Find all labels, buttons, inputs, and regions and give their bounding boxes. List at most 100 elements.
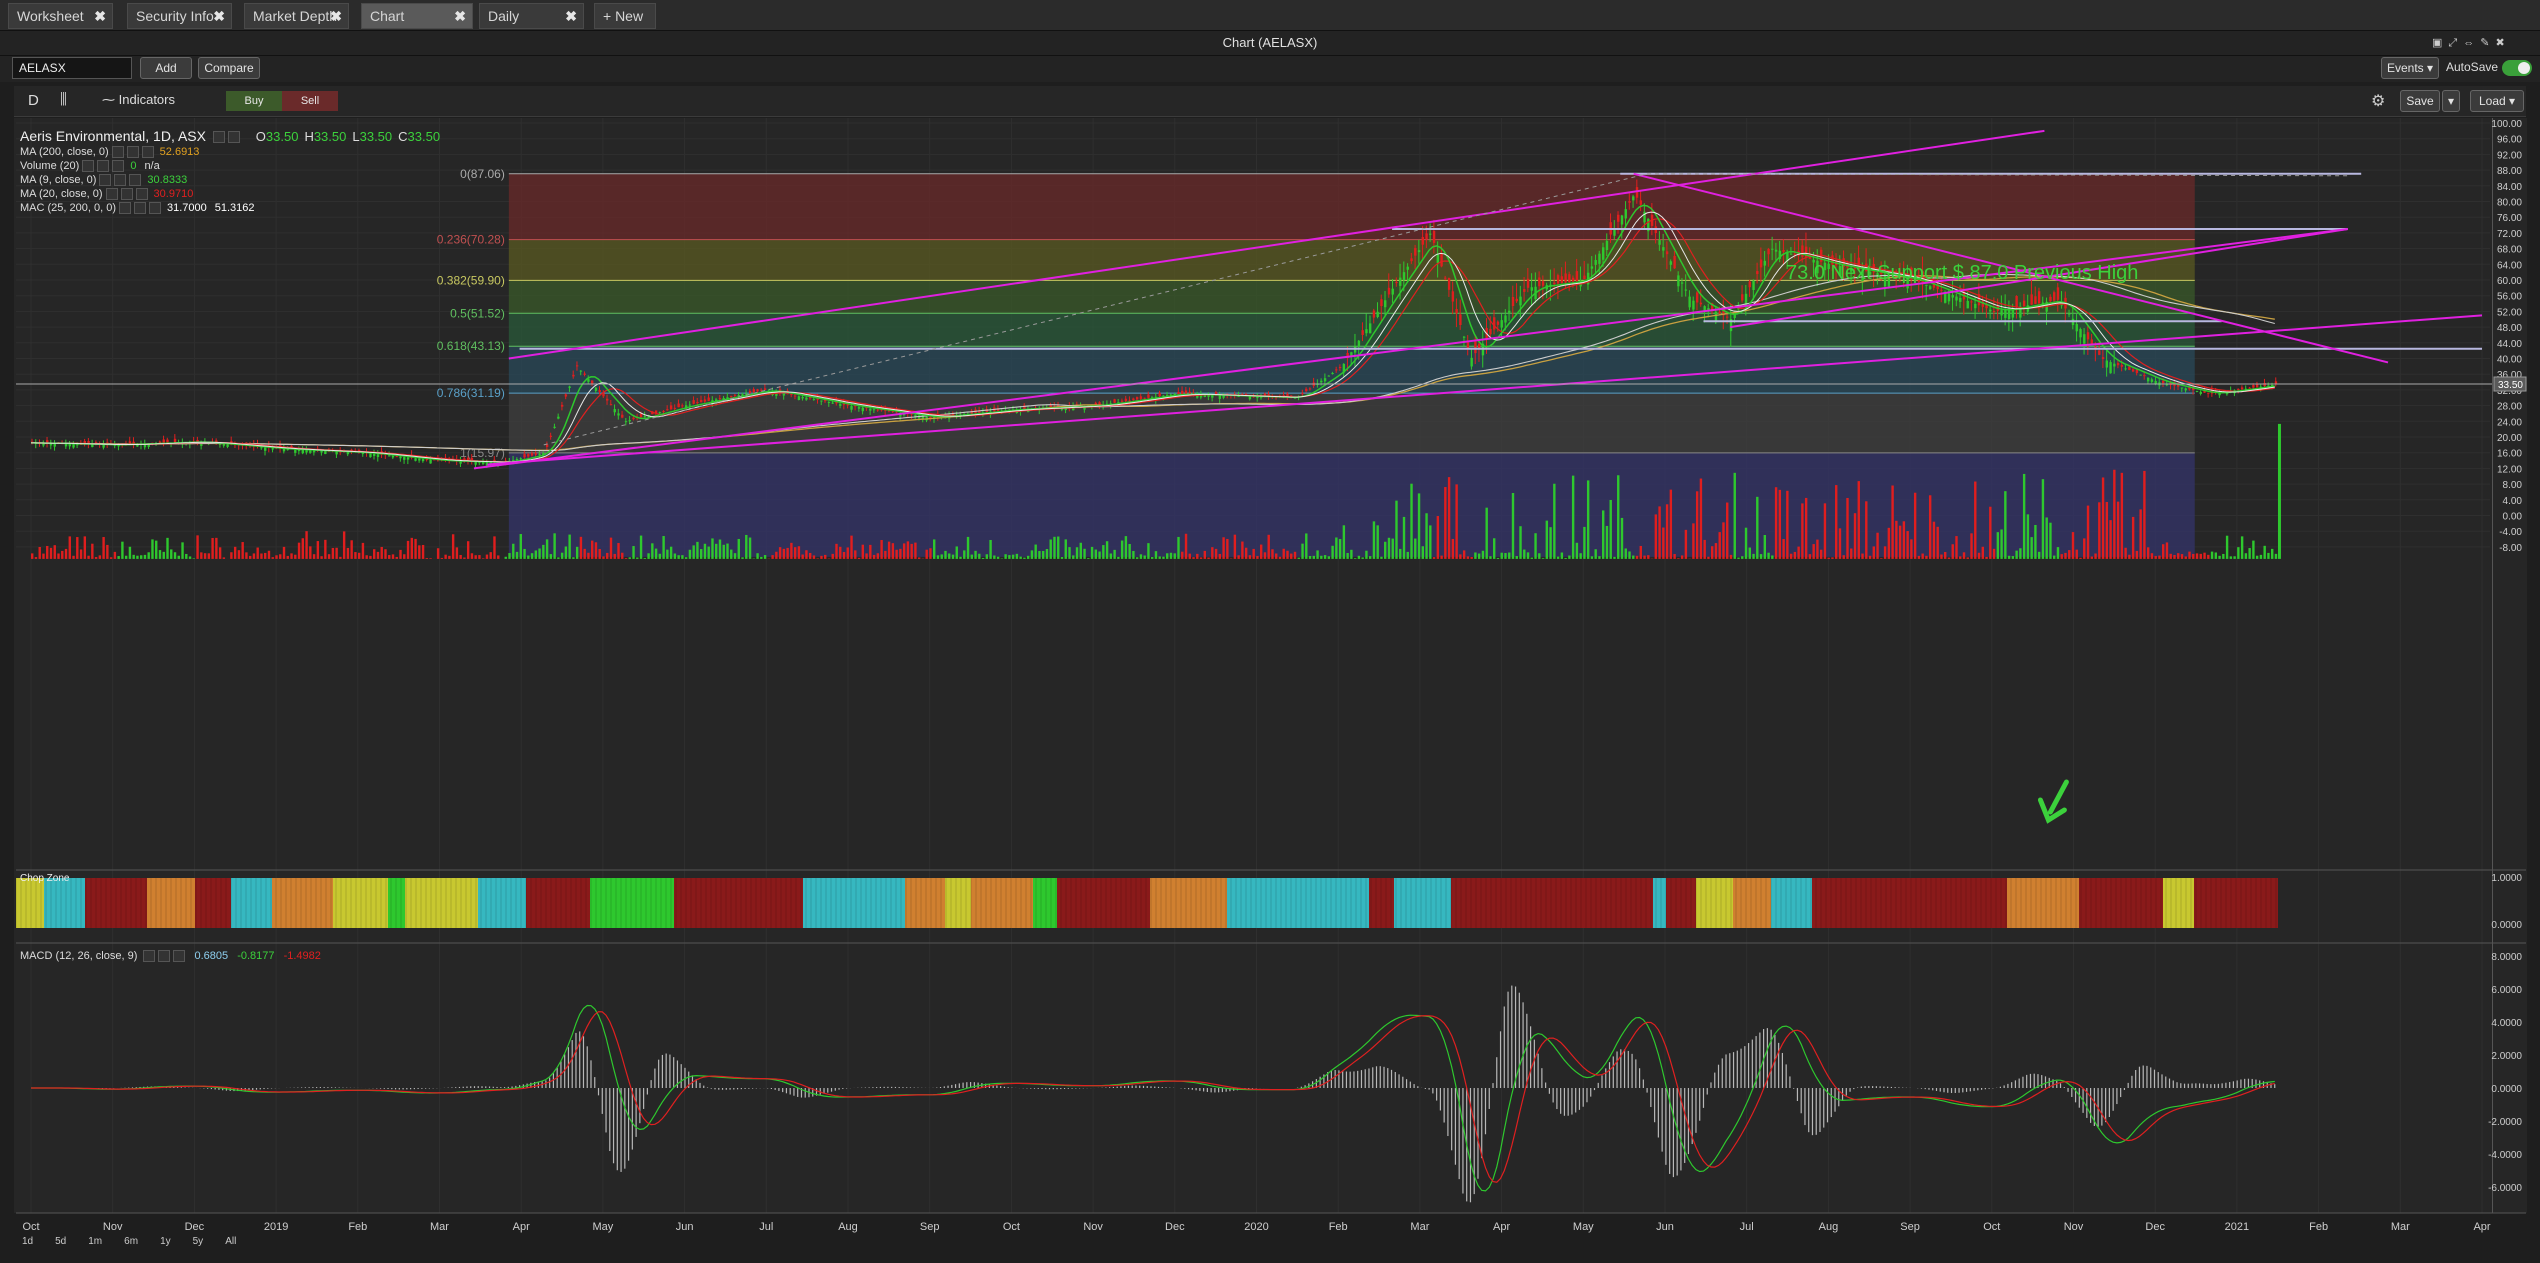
candle-body — [1632, 196, 1635, 201]
volume-bar — [1087, 558, 1090, 559]
range-5d-button[interactable]: 5d — [55, 1236, 66, 1247]
candle-body — [1425, 233, 1428, 240]
volume-bar — [632, 546, 635, 559]
candle-body — [756, 389, 759, 392]
close-icon[interactable] — [112, 160, 125, 173]
volume-bar — [470, 553, 474, 559]
volume-bar — [2037, 551, 2041, 559]
volume-bar — [1617, 475, 1620, 559]
settings-icon[interactable] — [97, 160, 110, 173]
volume-bar — [1038, 551, 1041, 559]
volume-bar — [1977, 552, 1981, 559]
range-1m-button[interactable]: 1m — [88, 1236, 102, 1247]
volume-bar — [677, 555, 680, 559]
volume-bar — [2135, 550, 2139, 559]
time-tick-label: Dec — [185, 1221, 205, 1233]
candle-body — [1387, 287, 1391, 295]
volume-bar — [824, 554, 827, 559]
volume-bar — [2015, 550, 2018, 559]
eye-icon[interactable] — [99, 174, 112, 187]
annotation-text[interactable]: 73.0 Next Support $ 87.0 Previous High — [1786, 262, 2138, 285]
volume-bar — [1030, 550, 1034, 559]
volume-bar — [1827, 557, 1830, 559]
volume-bar — [508, 553, 511, 559]
candle-body — [1466, 342, 1470, 349]
volume-bar — [1947, 557, 1951, 559]
close-icon[interactable] — [149, 202, 161, 215]
volume-bar — [1083, 548, 1086, 559]
volume-bar — [1320, 555, 1323, 559]
fib-level-label: 0.236(70.28) — [437, 233, 505, 247]
range-6m-button[interactable]: 6m — [124, 1236, 138, 1247]
candle-body — [1139, 396, 1143, 399]
volume-bar — [1955, 536, 1958, 559]
settings-icon[interactable] — [126, 146, 139, 159]
candle-body — [1782, 249, 1785, 252]
chop-zone-block — [2007, 878, 2079, 928]
volume-bar — [399, 549, 402, 559]
volume-bar — [94, 557, 98, 559]
volume-bar — [2007, 555, 2011, 559]
range-5y-button[interactable]: 5y — [193, 1236, 204, 1247]
volume-bar — [1203, 550, 1207, 559]
candle-body — [2199, 391, 2202, 394]
volume-bar — [549, 554, 553, 559]
volume-bar — [1541, 558, 1545, 559]
eye-icon[interactable] — [212, 131, 225, 144]
candle-body — [850, 406, 853, 410]
volume-bar — [857, 557, 861, 559]
candle-body — [639, 413, 643, 418]
volume-bar — [1075, 547, 1079, 559]
volume-bar — [1158, 556, 1161, 559]
close-icon[interactable] — [129, 174, 142, 187]
volume-bar — [215, 537, 218, 559]
volume-bar — [707, 546, 710, 559]
candle-body — [1974, 303, 1977, 309]
eye-icon[interactable] — [105, 188, 118, 201]
candle-body — [2049, 296, 2052, 302]
range-1y-button[interactable]: 1y — [160, 1236, 171, 1247]
candle-body — [801, 396, 804, 399]
candle-body — [1947, 293, 1951, 302]
volume-bar — [684, 557, 688, 559]
volume-bar — [1586, 480, 1590, 559]
close-icon[interactable] — [135, 188, 148, 201]
indicator-name: Volume (20) — [20, 160, 80, 173]
volume-bar — [46, 545, 49, 559]
eye-icon[interactable] — [82, 160, 95, 173]
volume-bar — [996, 556, 1000, 559]
volume-bar — [2075, 549, 2078, 559]
settings-icon[interactable] — [120, 188, 133, 201]
eye-icon[interactable] — [143, 950, 156, 963]
candle-body — [1748, 281, 1751, 288]
range-All-button[interactable]: All — [225, 1236, 236, 1247]
settings-icon[interactable] — [134, 202, 146, 215]
candle-body — [1624, 209, 1627, 219]
macd-tick-label: -6.0000 — [2488, 1183, 2522, 1194]
volume-bar — [2045, 517, 2048, 559]
volume-bar — [61, 550, 64, 559]
volume-bar — [1504, 553, 1507, 559]
volume-bar — [1628, 551, 1631, 559]
candle-body — [391, 455, 395, 458]
volume-bar — [808, 552, 812, 559]
eye-icon[interactable] — [119, 202, 131, 215]
eye-icon[interactable] — [111, 146, 124, 159]
volume-bar — [1361, 557, 1364, 559]
volume-bar — [1579, 553, 1582, 559]
volume-bar — [880, 540, 883, 559]
volume-bar — [2101, 477, 2105, 559]
volume-bar — [737, 538, 740, 559]
range-1d-button[interactable]: 1d — [22, 1236, 33, 1247]
settings-icon[interactable] — [158, 950, 171, 963]
candle-body — [797, 396, 801, 401]
settings-icon[interactable] — [114, 174, 127, 187]
settings-icon[interactable] — [227, 131, 240, 144]
volume-bar — [124, 555, 128, 559]
close-icon[interactable] — [173, 950, 186, 963]
chop-zone-block — [2079, 878, 2151, 928]
volume-bar — [899, 548, 902, 559]
candle-body — [530, 453, 534, 456]
close-icon[interactable] — [141, 146, 154, 159]
volume-bar — [1951, 544, 1954, 559]
